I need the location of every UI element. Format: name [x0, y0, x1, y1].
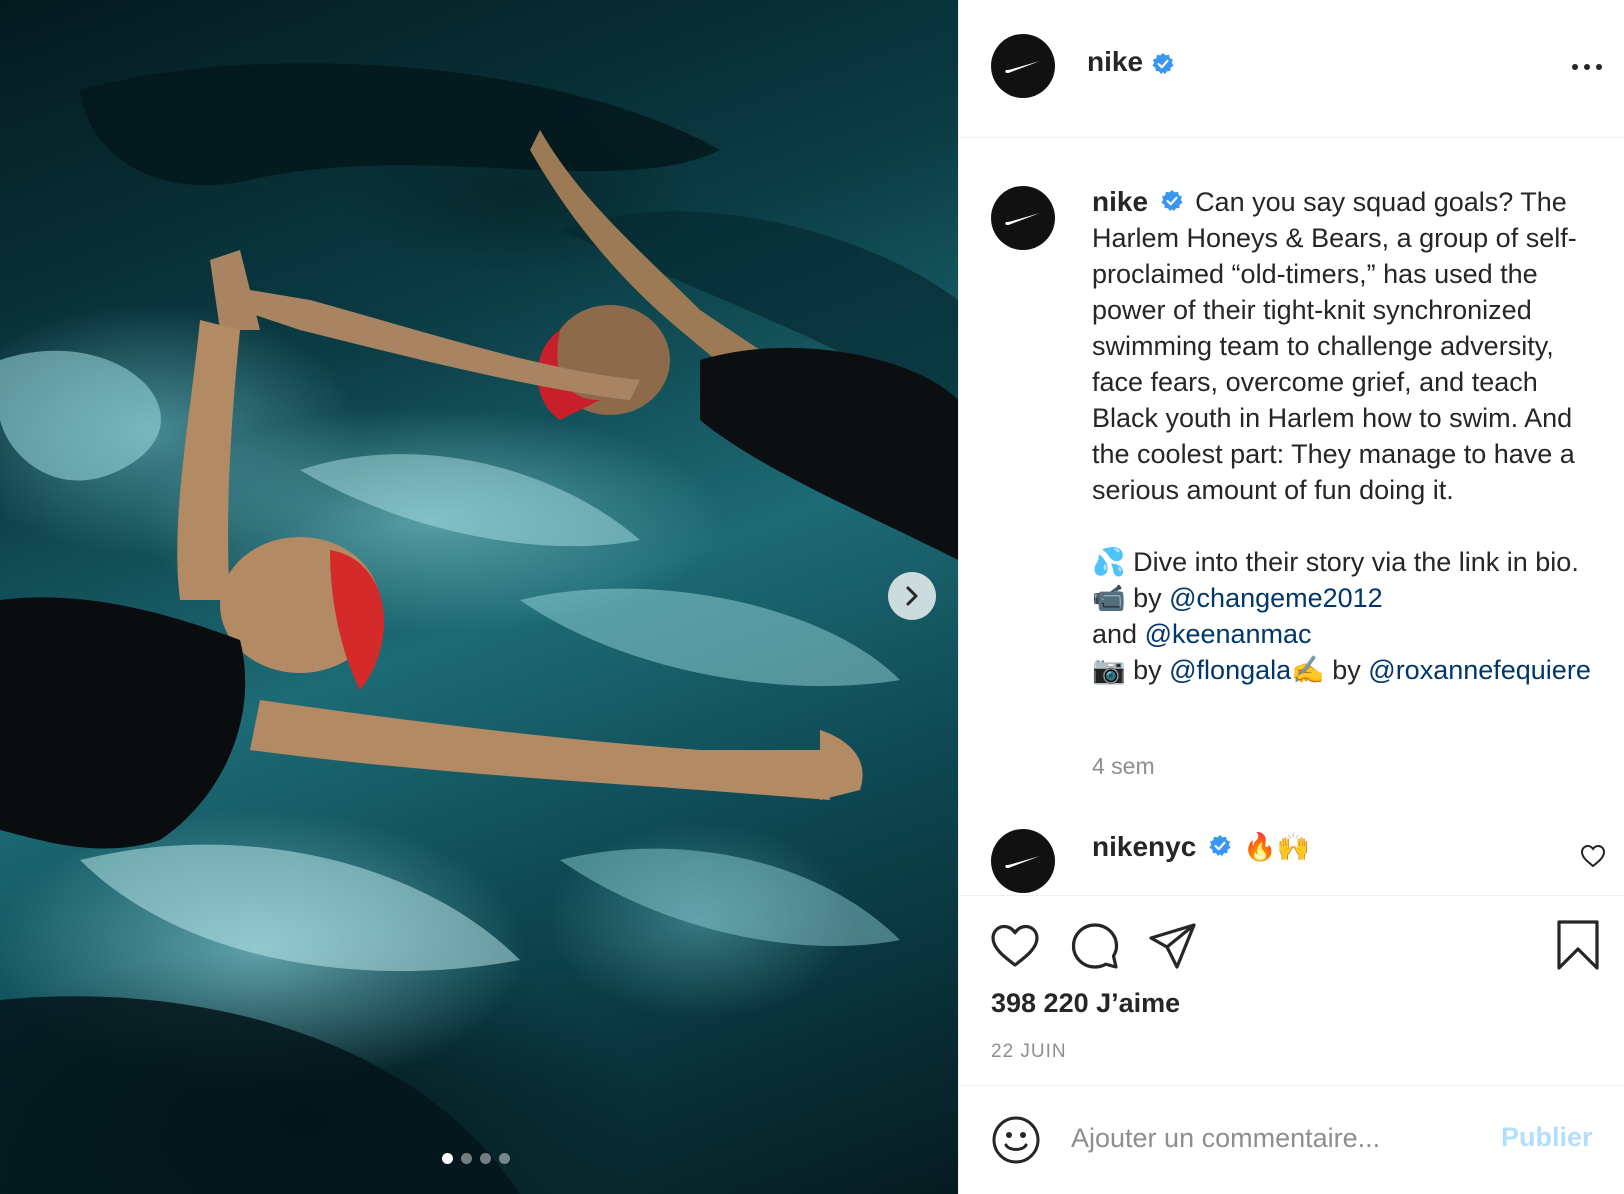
header-user: nike: [1087, 46, 1175, 78]
more-options-icon: [1572, 64, 1578, 70]
verified-badge-icon: [1160, 189, 1183, 211]
header-username[interactable]: nike: [1087, 46, 1143, 77]
comment-like-icon[interactable]: [1579, 843, 1607, 869]
carousel-indicator: [442, 1153, 510, 1164]
post-caption: nike Can you say squad goals? The Harlem…: [1092, 184, 1604, 688]
save-bookmark-icon[interactable]: [1555, 918, 1601, 972]
comment-username[interactable]: nikenyc: [1092, 831, 1196, 862]
caption-credits: 💦 Dive into their story via the link in …: [1092, 544, 1604, 688]
caption-text: Can you say squad goals? The Harlem Hone…: [1092, 187, 1577, 505]
comment-avatar[interactable]: [991, 829, 1055, 893]
post-header: nike: [959, 0, 1624, 138]
comments-area[interactable]: nike Can you say squad goals? The Harlem…: [959, 139, 1624, 895]
comment-row: nikenyc 🔥🙌: [959, 829, 1624, 895]
pool-photo: [0, 63, 958, 1194]
post-media[interactable]: [0, 0, 958, 1194]
nike-swoosh-icon: [1005, 61, 1040, 74]
carousel-dot: [499, 1153, 510, 1164]
caption-and-text: and: [1092, 619, 1145, 649]
mention-link[interactable]: @flongala: [1169, 655, 1291, 685]
caption-timestamp[interactable]: 4 sem: [1092, 753, 1155, 780]
comment-text-block: nikenyc 🔥🙌: [1092, 829, 1311, 865]
nike-swoosh-icon: [1005, 213, 1040, 226]
post-side-panel: nike nike Can you say squad goals? The H…: [958, 0, 1624, 1194]
caption-camera-text: 📷 by: [1092, 655, 1170, 685]
nike-swoosh-icon: [1005, 856, 1040, 869]
carousel-dot-active: [442, 1153, 453, 1164]
comment-input[interactable]: [1071, 1110, 1471, 1166]
mention-link[interactable]: @keenanmac: [1145, 619, 1312, 649]
likes-count[interactable]: 398 220 J’aime: [991, 988, 1180, 1019]
caption-writing-text: ✍️ by: [1291, 655, 1369, 685]
caption-username[interactable]: nike: [1092, 186, 1148, 217]
next-image-button[interactable]: [888, 572, 936, 620]
carousel-dot: [461, 1153, 472, 1164]
post-actions: 398 220 J’aime 22 JUIN: [959, 895, 1624, 1085]
more-options-button[interactable]: [1565, 54, 1609, 80]
like-heart-icon[interactable]: [989, 922, 1041, 970]
comment-bubble-icon[interactable]: [1069, 920, 1121, 972]
verified-badge-icon: [1209, 834, 1231, 856]
mention-link[interactable]: @roxannefequiere: [1368, 655, 1591, 685]
verified-badge-icon: [1152, 52, 1175, 74]
share-paper-plane-icon[interactable]: [1147, 920, 1199, 972]
post-date[interactable]: 22 JUIN: [991, 1041, 1067, 1063]
avatar[interactable]: [991, 34, 1055, 98]
publish-button[interactable]: Publier: [1501, 1122, 1593, 1153]
comment-composer: Publier: [959, 1085, 1624, 1194]
emoji-smiley-icon[interactable]: [991, 1115, 1041, 1165]
mention-link[interactable]: @changeme2012: [1169, 583, 1383, 613]
caption-avatar[interactable]: [991, 186, 1055, 250]
comment-text: 🔥🙌: [1243, 832, 1311, 862]
carousel-dot: [480, 1153, 491, 1164]
chevron-right-icon: [906, 586, 918, 606]
